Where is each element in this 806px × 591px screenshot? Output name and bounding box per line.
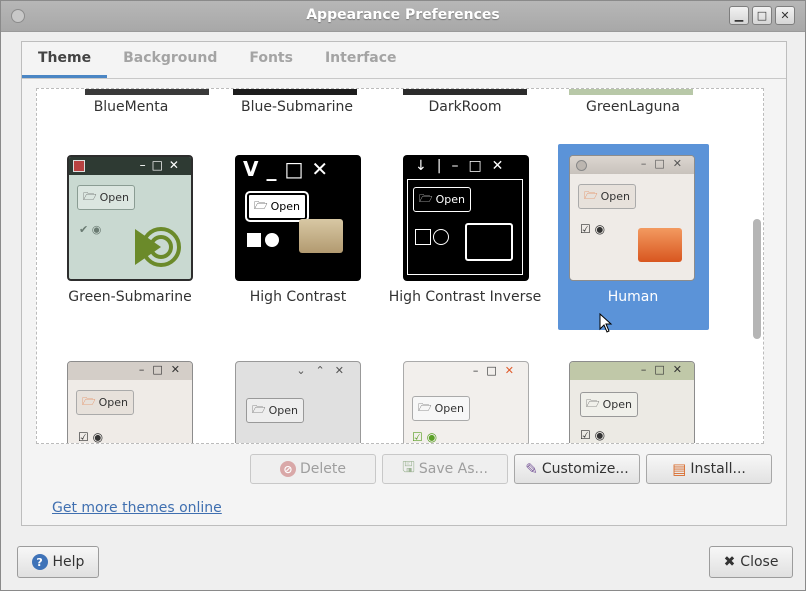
window-controls-icon: –□✕ [139, 158, 185, 172]
radio-icon [265, 233, 279, 247]
theme-preview-5[interactable]: –□✕ 🗁 Open ☑ ◉ [67, 361, 193, 444]
delete-button[interactable]: ⊘ Delete [250, 454, 376, 484]
theme-high-contrast[interactable]: V_□✕ 🗁 Open [235, 155, 361, 281]
folder-outline-icon [465, 223, 513, 261]
folder-icon: 🗁 [586, 397, 600, 410]
preview-open-button: 🗁 Open [580, 392, 639, 417]
tab-bar: Theme Background Fonts Interface [22, 42, 786, 79]
window-title: Appearance Preferences [306, 7, 500, 23]
folder-icon: 🗁 [584, 189, 598, 202]
preview-open-button: 🗁 Open [77, 185, 136, 210]
help-icon: ? [31, 554, 48, 570]
window-controls-icon: –□✕ [472, 364, 522, 377]
title-bar[interactable]: Appearance Preferences ▁ □ ✕ [1, 1, 805, 32]
folder-graphic-icon [299, 219, 343, 253]
theme-preview-6[interactable]: ⌄⌃✕ 🗁 Open [235, 361, 361, 443]
folder-icon: 🗁 [82, 395, 96, 408]
tab-theme[interactable]: Theme [22, 42, 108, 78]
theme-actions: ⊘ Delete 🖫 Save As... ✎ Customize... ▤ I… [250, 454, 772, 484]
package-icon: ▤ [672, 460, 687, 478]
close-button[interactable]: ✖ Close [709, 546, 793, 578]
folder-graphic-icon [638, 228, 682, 262]
minimize-button[interactable]: ▁ [729, 6, 749, 25]
maximize-button[interactable]: □ [752, 6, 772, 25]
preview-open-button: 🗁 Open [244, 191, 310, 222]
window-controls-icon: –□✕ [640, 363, 690, 376]
theme-list-scrollbar[interactable] [753, 219, 761, 339]
tab-background[interactable]: Background [107, 42, 233, 78]
preview-open-button: 🗁 Open [578, 184, 637, 209]
folder-icon: 🗁 [83, 190, 97, 203]
play-disc-icon [135, 227, 181, 267]
window-controls-icon: –□✕ [138, 363, 188, 376]
checkbox-radio-icon: ☑ ◉ [580, 428, 606, 442]
customize-button[interactable]: ✎ Customize... [514, 454, 640, 484]
theme-label-human[interactable]: Human [553, 289, 713, 306]
save-as-button[interactable]: 🖫 Save As... [382, 454, 508, 484]
greenlaguna-thumbnail-edge [569, 89, 693, 95]
bluementa-thumbnail-edge [85, 89, 209, 95]
notebook: Theme Background Fonts Interface BlueMen… [21, 41, 787, 526]
window-controls-icon: ↓|–□✕ [415, 158, 514, 174]
preview-open-button: 🗁 Open [413, 187, 472, 212]
delete-icon: ⊘ [280, 461, 296, 477]
appearance-preferences-window: Appearance Preferences ▁ □ ✕ Theme Backg… [0, 0, 806, 591]
radio-icon [433, 229, 449, 245]
folder-icon: 🗁 [254, 199, 268, 212]
checkbox-icon [415, 229, 431, 245]
checkbox-radio-icon: ☑ ◉ [78, 430, 104, 444]
window-controls-icon: ⌄⌃✕ [296, 364, 354, 377]
brush-icon: ✎ [525, 460, 538, 478]
theme-list[interactable]: BlueMenta Blue-Submarine DarkRoom GreenL… [36, 88, 764, 444]
maximize-icon: □ [756, 9, 768, 22]
checkbox-radio-icon: ☑ ◉ [412, 430, 438, 444]
darkroom-thumbnail-edge [403, 89, 527, 95]
mouse-cursor-icon [599, 313, 613, 333]
blue-submarine-thumbnail-edge [233, 89, 357, 95]
install-button[interactable]: ▤ Install... [646, 454, 772, 484]
theme-label-green-submarine[interactable]: Green-Submarine [50, 289, 210, 306]
checkbox-radio-icon: ✔ ◉ [79, 223, 102, 236]
folder-icon: 🗁 [419, 192, 433, 205]
close-icon: ✖ [723, 554, 736, 570]
folder-icon: 🗁 [252, 403, 266, 416]
theme-green-submarine[interactable]: –□✕ 🗁 Open ✔ ◉ [67, 155, 193, 281]
theme-preview-8[interactable]: –□✕ 🗁 Open ☑ ◉ [569, 361, 695, 443]
minimize-icon: ▁ [734, 9, 744, 22]
preview-open-button: 🗁 Open [246, 398, 305, 423]
theme-label-darkroom[interactable]: DarkRoom [385, 99, 545, 115]
theme-high-contrast-inverse[interactable]: ↓|–□✕ 🗁 Open [403, 155, 529, 281]
theme-preview-7[interactable]: –□✕ 🗁 Open ☑ ◉ [403, 361, 529, 444]
help-button[interactable]: ? Help [17, 546, 99, 578]
theme-label-high-contrast-inverse[interactable]: High Contrast Inverse [385, 289, 545, 306]
theme-label-greenlaguna[interactable]: GreenLaguna [553, 99, 713, 115]
theme-label-bluementa[interactable]: BlueMenta [51, 99, 211, 115]
close-icon: ✕ [780, 9, 790, 22]
tab-fonts[interactable]: Fonts [233, 42, 309, 78]
close-window-button[interactable]: ✕ [775, 6, 795, 25]
checkbox-icon [247, 233, 261, 247]
theme-label-blue-submarine[interactable]: Blue-Submarine [217, 99, 377, 115]
tab-interface[interactable]: Interface [309, 42, 413, 78]
preview-open-button: 🗁 Open [412, 396, 471, 421]
save-icon: 🖫 [402, 457, 415, 476]
folder-icon: 🗁 [418, 401, 432, 414]
theme-human[interactable]: –□✕ 🗁 Open ☑ ◉ [569, 155, 695, 281]
window-controls-icon: V_□✕ [243, 157, 337, 181]
checkbox-radio-icon: ☑ ◉ [580, 222, 606, 236]
theme-label-high-contrast[interactable]: High Contrast [218, 289, 378, 306]
window-menu-icon [576, 160, 587, 171]
menu-icon [73, 160, 85, 172]
window-controls-icon: –□✕ [640, 157, 690, 170]
get-more-themes-link[interactable]: Get more themes online [52, 500, 222, 516]
preview-open-button: 🗁 Open [76, 390, 135, 415]
